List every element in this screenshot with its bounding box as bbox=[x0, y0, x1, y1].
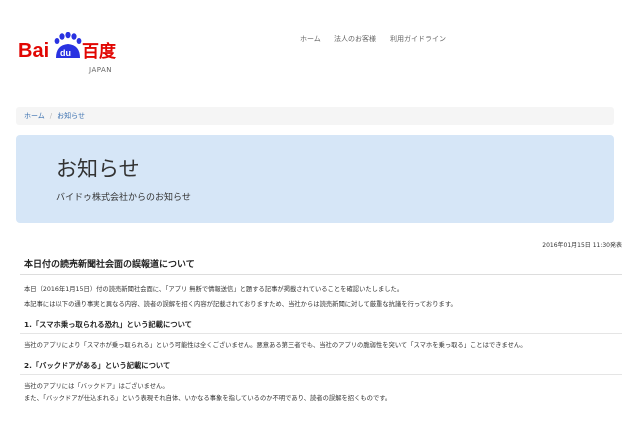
page-subtitle: バイドゥ株式会社からのお知らせ bbox=[56, 193, 191, 203]
page-hero: お知らせ バイドゥ株式会社からのお知らせ bbox=[16, 135, 614, 223]
intro-paragraph-1: 本日（2016年1月15日）付の読売新聞社会面に、「アプリ 無断で情報送信」と題… bbox=[24, 286, 404, 293]
divider bbox=[20, 333, 622, 334]
breadcrumb-current: お知らせ bbox=[57, 112, 86, 120]
breadcrumb: ホーム / お知らせ bbox=[16, 107, 614, 125]
divider bbox=[20, 274, 622, 275]
site-header: Bai du 百度 JAPAN ホーム 法人のお客様 利用ガイドライン bbox=[0, 0, 640, 92]
breadcrumb-separator: / bbox=[49, 112, 53, 120]
page-title: お知らせ bbox=[56, 157, 140, 181]
nav-guidelines[interactable]: 利用ガイドライン bbox=[390, 34, 446, 44]
nav-business[interactable]: 法人のお客様 bbox=[334, 34, 376, 44]
section-2-body-2: また、「バックドアが仕込まれる」という表現それ自体、いかなる事象を指しているのか… bbox=[24, 395, 392, 402]
section-1-heading: 1.「スマホ乗っ取られる恐れ」という記載について bbox=[24, 320, 192, 329]
breadcrumb-home[interactable]: ホーム bbox=[24, 112, 45, 120]
top-nav: ホーム 法人のお客様 利用ガイドライン bbox=[0, 34, 640, 46]
svg-text:du: du bbox=[60, 48, 71, 58]
intro-paragraph-2: 本記事には以下の通り事実と異なる内容、読者の誤解を招く内容が記載されておりますた… bbox=[24, 301, 457, 308]
divider bbox=[20, 374, 622, 375]
nav-home[interactable]: ホーム bbox=[300, 34, 321, 44]
article-title: 本日付の読売新聞社会面の誤報道について bbox=[24, 260, 195, 270]
section-2-heading: 2.「バックドアがある」という記載について bbox=[24, 361, 171, 370]
section-1-body: 当社のアプリにより「スマホが乗っ取られる」という可能性は全くございません。悪意あ… bbox=[24, 342, 527, 349]
section-2-body-1: 当社のアプリには「バックドア」はございません。 bbox=[24, 383, 169, 390]
logo-japan-label: JAPAN bbox=[89, 66, 113, 74]
publish-date: 2016年01月15日 11:30発表 bbox=[542, 242, 622, 249]
